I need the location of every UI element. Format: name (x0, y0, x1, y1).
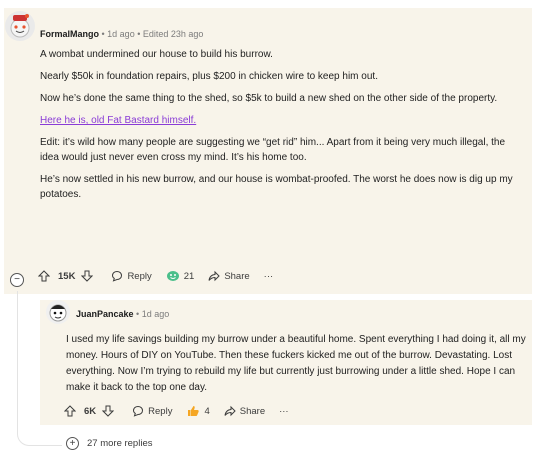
comment-author[interactable]: FormalMango (40, 29, 99, 39)
more-replies-button[interactable]: + 27 more replies (66, 437, 152, 450)
snoo-avatar-icon[interactable] (46, 300, 70, 324)
reply-author[interactable]: JuanPancake (76, 309, 134, 319)
expand-icon: + (66, 437, 79, 450)
comment-paragraph: Nearly $50k in foundation repairs, plus … (40, 71, 378, 82)
comment-paragraph: Now he’s done the same thing to the shed… (40, 93, 498, 104)
reply-meta: • 1d ago (133, 309, 170, 319)
downvote-arrow-icon[interactable] (81, 270, 94, 282)
comment-paragraph: He’s now settled in his new burrow, and … (40, 174, 513, 200)
vote-count: 6K (84, 405, 97, 417)
reply-label: Reply (148, 405, 173, 417)
award-count: 21 (183, 270, 195, 282)
reply-button[interactable]: Reply (111, 270, 152, 282)
award-count: 4 (204, 405, 210, 417)
comment-meta: • 1d ago • Edited 23h ago (99, 29, 204, 39)
collapse-thread-button[interactable]: − (10, 273, 24, 287)
vote-group: 15K (38, 270, 97, 282)
award-button[interactable]: 4 (186, 405, 210, 417)
reply-author-line: JuanPancake • 1d ago (76, 309, 169, 319)
downvote-arrow-icon[interactable] (102, 405, 115, 417)
comment-author-line: FormalMango • 1d ago • Edited 23h ago (40, 29, 203, 39)
comment-actions: 15K Reply 21 Share ··· (38, 270, 287, 282)
snoo-avatar-icon[interactable] (5, 11, 35, 41)
reply-button[interactable]: Reply (132, 405, 172, 417)
speech-bubble-icon (133, 405, 144, 417)
award-button[interactable]: 21 (166, 270, 195, 282)
thread-connector (17, 425, 62, 446)
thumbs-up-award-icon (188, 406, 200, 416)
upvote-arrow-icon[interactable] (64, 405, 76, 417)
share-button[interactable]: Share (208, 270, 250, 282)
more-options-button[interactable]: ··· (264, 271, 274, 282)
share-label: Share (224, 270, 250, 282)
share-button[interactable]: Share (224, 405, 265, 417)
share-label: Share (239, 405, 266, 417)
comment-body: A wombat undermined our house to build h… (40, 47, 526, 209)
share-arrow-icon (208, 270, 221, 282)
speech-bubble-icon (112, 270, 123, 282)
vote-group: 6K (64, 405, 118, 417)
more-options-button[interactable]: ··· (279, 406, 289, 417)
green-emoji-award-icon (166, 271, 179, 281)
vote-count: 15K (58, 270, 76, 282)
reply-body: I used my life savings building my burro… (66, 334, 526, 393)
reply-actions: 6K Reply 4 Share ··· (64, 405, 303, 417)
comment-link[interactable]: Here he is, old Fat Bastard himself. (40, 115, 196, 126)
comment-paragraph: A wombat undermined our house to build h… (40, 49, 273, 60)
more-replies-label: 27 more replies (87, 438, 153, 449)
comment-paragraph: Edit: it’s wild how many people are sugg… (40, 137, 506, 163)
reply-label: Reply (127, 270, 152, 282)
share-arrow-icon (224, 405, 236, 417)
thread-line (17, 291, 18, 426)
upvote-arrow-icon[interactable] (38, 270, 50, 282)
